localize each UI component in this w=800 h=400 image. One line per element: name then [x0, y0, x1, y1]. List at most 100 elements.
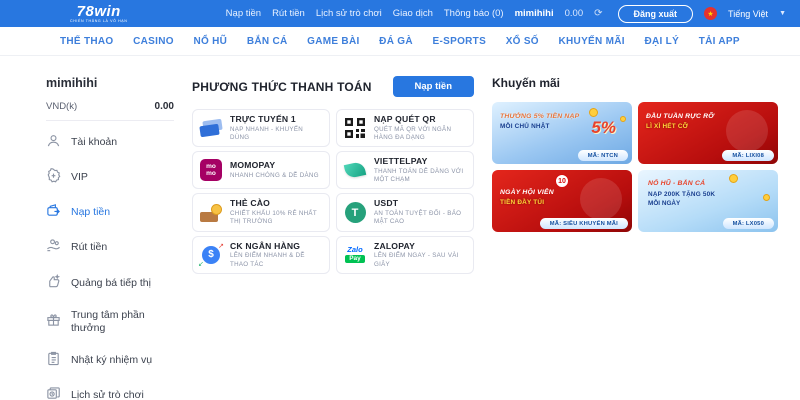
sidebar-username: mimihihi: [46, 76, 174, 90]
account-sidebar: mimihihi VND(k) 0.00 Tài khoản VIP Nạp t…: [46, 76, 174, 400]
payment-method-title: USDT: [374, 198, 467, 208]
promotions-section: Khuyến mãi THƯỞNG 5% TIỀN NẠP MỖI CHỦ NH…: [492, 76, 778, 400]
nav-cockfight[interactable]: ĐÁ GÀ: [379, 36, 413, 47]
sidebar-item-label: Tài khoản: [71, 136, 117, 149]
brand-title: 78win: [77, 4, 121, 19]
sidebar-item-label: Trung tâm phần thưởng: [71, 309, 174, 335]
sidebar-item-label: VIP: [71, 171, 88, 184]
banner-line1: ĐẦU TUẦN RỰC RỠ: [646, 112, 714, 122]
brand-tagline: CHIẾN THẮNG LÀ VÔ HẠN: [70, 20, 127, 24]
brand-logo[interactable]: 78win CHIẾN THẮNG LÀ VÔ HẠN: [70, 4, 127, 24]
sidebar-item-label: Quảng bá tiếp thị: [71, 277, 151, 290]
topbar-links: Nạp tiền Rút tiền Lịch sử trò chơi Giao …: [226, 5, 786, 23]
payment-method-usdt[interactable]: T USDT AN TOÀN TUYỆT ĐỐI - BẢO MẬT CAO: [336, 193, 474, 231]
language-selector[interactable]: Tiếng Việt: [728, 9, 768, 19]
sidebar-item-label: Lịch sử trò chơi: [71, 389, 144, 400]
payment-method-bank-transfer[interactable]: $ ↗ ↙ CK NGÂN HÀNG LÊN ĐIỂM NHANH & DỄ T…: [192, 236, 330, 274]
nav-esports[interactable]: E-SPORTS: [433, 36, 487, 47]
payment-method-subtitle: LÊN ĐIỂM NGAY - SAU VÀI GIÂY: [374, 252, 467, 269]
payment-method-subtitle: AN TOÀN TUYỆT ĐỐI - BẢO MẬT CAO: [374, 210, 467, 227]
sidebar-balance-row: VND(k) 0.00: [46, 101, 174, 121]
vip-medal-icon: [46, 168, 61, 187]
thumbs-up-icon: [46, 274, 61, 293]
sidebar-item-rewards[interactable]: Trung tâm phần thưởng: [46, 301, 174, 343]
tether-icon: T: [343, 201, 367, 225]
promo-banner-fishing-daily[interactable]: NỔ HŨ - BẮN CÁ NẠP 200K TẶNG 50K MỖI NGÀ…: [638, 170, 778, 232]
nav-promotions[interactable]: KHUYẾN MÃI: [559, 36, 625, 47]
deposit-button[interactable]: Nạp tiền: [393, 76, 474, 97]
payment-method-subtitle: LÊN ĐIỂM NHANH & DỄ THAO TÁC: [230, 252, 323, 269]
banner-line2: MỖI CHỦ NHẬT: [500, 122, 579, 132]
banner-line1: THƯỞNG 5% TIỀN NẠP: [500, 112, 579, 122]
nav-card-games[interactable]: GAME BÀI: [307, 36, 359, 47]
viettelpay-icon: [343, 158, 367, 182]
sidebar-item-deposit[interactable]: Nạp tiền: [46, 195, 174, 230]
clipboard-icon: [46, 351, 61, 370]
banner-line2: TIỀN ĐẦY TÚI: [500, 198, 554, 208]
topbar-link-game-history[interactable]: Lịch sử trò chơi: [316, 8, 382, 19]
nav-slots[interactable]: NỔ HŨ: [193, 36, 227, 47]
promotions-title: Khuyến mãi: [492, 76, 778, 90]
topbar-link-transactions[interactable]: Giao dịch: [393, 8, 433, 19]
refresh-balance-icon[interactable]: ⟳: [594, 8, 602, 19]
payment-method-subtitle: CHIẾT KHẤU 10% RẺ NHẤT THỊ TRƯỜNG: [230, 210, 323, 227]
payment-methods-grid: TRỰC TUYẾN 1 NẠP NHANH - KHUYẾN DÙNG NẠP…: [192, 109, 474, 274]
banner-line1: NỔ HŨ - BẮN CÁ: [648, 179, 715, 190]
payment-method-momopay[interactable]: momo MOMOPAY NHANH CHÓNG & DỄ DÀNG: [192, 151, 330, 189]
chevron-down-icon[interactable]: ▼: [779, 10, 786, 17]
sidebar-item-game-history[interactable]: Lịch sử trò chơi: [46, 378, 174, 400]
game-history-icon: [46, 386, 61, 400]
promo-banner-member-day[interactable]: 10 NGÀY HỘI VIÊN TIỀN ĐẦY TÚI MÃ: SIÊU K…: [492, 170, 632, 232]
nav-agency[interactable]: ĐẠI LÝ: [644, 36, 679, 47]
zalopay-icon: ZaloPay: [343, 243, 367, 267]
payment-method-online1[interactable]: TRỰC TUYẾN 1 NẠP NHANH - KHUYẾN DÙNG: [192, 109, 330, 147]
gift-icon: [46, 312, 61, 331]
sidebar-balance-value: 0.00: [155, 101, 174, 112]
nav-casino[interactable]: CASINO: [133, 36, 174, 47]
bank-transfer-icon: $ ↗ ↙: [199, 243, 223, 267]
sidebar-item-withdraw[interactable]: Rút tiền: [46, 230, 174, 265]
payment-method-title: NẠP QUÉT QR: [374, 114, 467, 124]
promo-banner-sunday-bonus[interactable]: THƯỞNG 5% TIỀN NẠP MỖI CHỦ NHẬT 5% MÃ: N…: [492, 102, 632, 164]
topbar-link-withdraw[interactable]: Rút tiền: [272, 8, 305, 19]
balance-label: 0.00: [565, 8, 584, 19]
banner-decor: [726, 110, 768, 152]
banner-line2: NẠP 200K TẶNG 50K: [648, 190, 715, 200]
sidebar-item-vip[interactable]: VIP: [46, 160, 174, 195]
sidebar-item-task-log[interactable]: Nhật ký nhiệm vụ: [46, 343, 174, 378]
username-label[interactable]: mimihihi: [515, 8, 554, 19]
nav-download-app[interactable]: TẢI APP: [699, 36, 740, 47]
sidebar-item-label: Nhật ký nhiệm vụ: [71, 354, 152, 367]
wallet-deposit-icon: [46, 203, 61, 222]
banner-line3: MỖI NGÀY: [648, 199, 715, 209]
payment-method-viettelpay[interactable]: VIETTELPAY THANH TOÁN DỄ DÀNG VỚI MỘT CH…: [336, 151, 474, 189]
vietnam-flag-icon: ★: [704, 7, 717, 20]
topbar-link-deposit[interactable]: Nạp tiền: [226, 8, 261, 19]
banner-decor: [580, 178, 622, 220]
logout-button[interactable]: Đăng xuất: [618, 5, 694, 23]
coin-decor: [763, 194, 770, 201]
payment-method-subtitle: NẠP NHANH - KHUYẾN DÙNG: [230, 126, 323, 143]
banner-line1: NGÀY HỘI VIÊN: [500, 188, 554, 198]
nav-fishing[interactable]: BẮN CÁ: [247, 36, 288, 47]
topbar: 78win CHIẾN THẮNG LÀ VÔ HẠN Nạp tiền Rút…: [0, 0, 800, 27]
payment-method-zalopay[interactable]: ZaloPay ZALOPAY LÊN ĐIỂM NGAY - SAU VÀI …: [336, 236, 474, 274]
promo-code-badge: MÃ: NTCN: [578, 150, 628, 161]
nav-sports[interactable]: THỂ THAO: [60, 36, 114, 47]
banner-stamp: 10: [555, 174, 569, 188]
nav-lottery[interactable]: XỔ SỐ: [506, 36, 539, 47]
payment-method-title: ZALOPAY: [374, 241, 467, 251]
sidebar-item-account[interactable]: Tài khoản: [46, 125, 174, 160]
payment-method-subtitle: NHANH CHÓNG & DỄ DÀNG: [230, 172, 319, 180]
sidebar-item-label: Rút tiền: [71, 241, 107, 254]
promotions-grid: THƯỞNG 5% TIỀN NẠP MỖI CHỦ NHẬT 5% MÃ: N…: [492, 102, 778, 232]
momo-icon: momo: [199, 158, 223, 182]
payment-method-scratch-card[interactable]: THẺ CÀO CHIẾT KHẤU 10% RẺ NHẤT THỊ TRƯỜN…: [192, 193, 330, 231]
sidebar-item-affiliate[interactable]: Quảng bá tiếp thị: [46, 266, 174, 301]
payment-method-qr[interactable]: NẠP QUÉT QR QUÉT MÃ QR VỚI NGÂN HÀNG ĐA …: [336, 109, 474, 147]
topbar-link-notifications[interactable]: Thông báo (0): [444, 8, 504, 19]
coin-decor: [620, 116, 626, 122]
coin-decor: [589, 108, 598, 117]
promo-banner-monday-lixi[interactable]: ĐẦU TUẦN RỰC RỠ LÌ XÌ HẾT CỠ MÃ: LIXI08: [638, 102, 778, 164]
coin-decor: [729, 174, 738, 183]
